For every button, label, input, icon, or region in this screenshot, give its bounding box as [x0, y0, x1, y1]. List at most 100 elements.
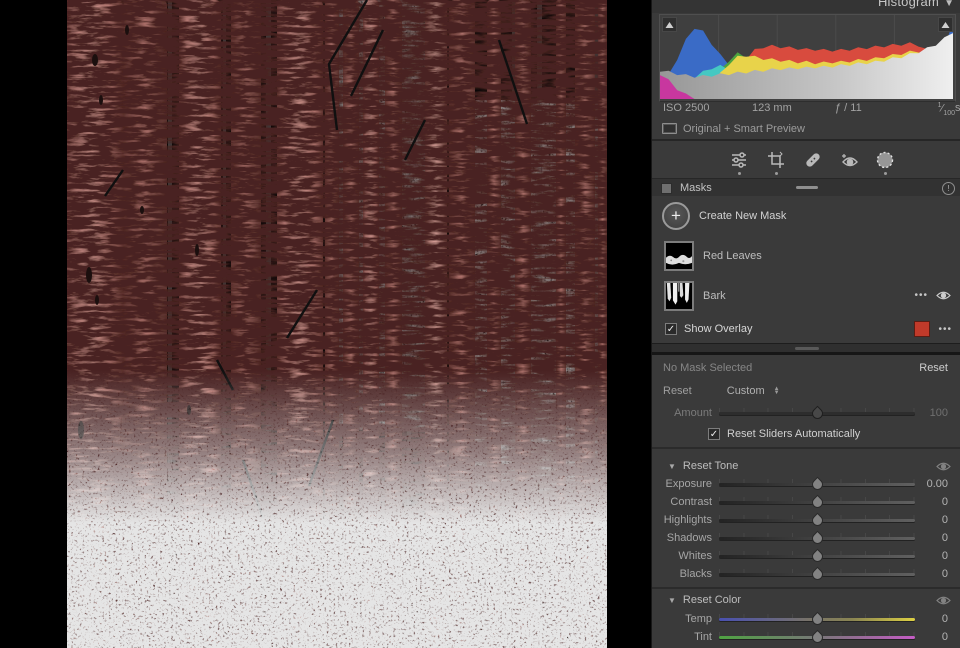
collapse-triangle-icon[interactable]: ▼ [668, 596, 676, 605]
plus-icon[interactable]: + [662, 202, 690, 230]
overlay-color-swatch[interactable] [914, 321, 930, 337]
reset-label: Reset [663, 385, 692, 397]
divider [652, 447, 960, 449]
tone-header-label: Reset Tone [683, 460, 738, 472]
slider-whites[interactable] [719, 550, 915, 562]
overlay-options-icon[interactable]: ••• [938, 324, 952, 335]
amount-slider-row: Amount 100 [652, 404, 960, 422]
undergrowth [67, 370, 607, 648]
mask-item-bark[interactable]: Bark ••• [652, 276, 960, 315]
crop-tool-icon[interactable] [765, 149, 787, 171]
collapse-triangle-icon[interactable]: ▼ [668, 462, 676, 471]
develop-right-panel: Histogram ▼ ISO 2500 123 mm ƒ / 11 1⁄100… [651, 0, 960, 648]
slider-value: 0.00 [915, 478, 960, 490]
active-dot [884, 172, 887, 175]
divider [652, 587, 960, 589]
slider-value: 0 [915, 631, 960, 643]
highlight-clipping-indicator[interactable] [938, 17, 953, 32]
slider-value: 0 [915, 532, 960, 544]
masks-panel-header[interactable]: Masks ! [652, 178, 960, 198]
amount-label: Amount [652, 407, 719, 419]
slider-tint[interactable] [719, 631, 915, 643]
edit-sliders-tool-icon[interactable] [728, 149, 750, 171]
shutter-speed: 1⁄100 sec [938, 102, 955, 117]
slider-label: Temp [652, 613, 719, 625]
slider-value: 0 [915, 550, 960, 562]
slider-shadows[interactable] [719, 532, 915, 544]
tone-sliders: Exposure0.00Contrast0Highlights0Shadows0… [652, 475, 960, 583]
reset-button[interactable]: Reset [919, 362, 948, 374]
show-overlay-checkbox[interactable]: ✓ [665, 323, 677, 335]
panel-mode-icon[interactable] [661, 183, 672, 194]
slider-row-highlights: Highlights 0 [652, 511, 960, 529]
color-section-header[interactable]: ▼ Reset Color [652, 591, 960, 609]
triangle-icon [941, 21, 950, 29]
preset-dropdown[interactable]: Custom [727, 385, 765, 397]
slider-label: Whites [652, 550, 719, 562]
slider-contrast[interactable] [719, 496, 915, 508]
color-sliders: Temp 0 Tint 0 [652, 610, 960, 646]
collapse-triangle-icon[interactable]: ▼ [944, 0, 954, 9]
auto-reset-row: ✓ Reset Sliders Automatically [652, 425, 960, 443]
slider-label: Tint [652, 631, 719, 643]
smart-preview-status[interactable]: Original + Smart Preview [652, 121, 960, 136]
triangle-icon [665, 21, 674, 29]
slider-row-contrast: Contrast 0 [652, 493, 960, 511]
preset-row: Reset Custom ▲▼ [652, 381, 960, 401]
color-header-label: Reset Color [683, 594, 741, 606]
tool-strip [652, 141, 960, 178]
slider-label: Contrast [652, 496, 719, 508]
histogram[interactable] [659, 14, 956, 102]
resize-handle[interactable] [795, 347, 819, 350]
slider-value: 0 [915, 613, 960, 625]
auto-reset-checkbox[interactable]: ✓ [708, 428, 720, 440]
exif-info-row: ISO 2500 123 mm ƒ / 11 1⁄100 sec [652, 102, 960, 117]
amount-value: 100 [915, 407, 960, 419]
slider-exposure[interactable] [719, 478, 915, 490]
slider-value: 0 [915, 514, 960, 526]
info-icon[interactable]: ! [942, 182, 955, 195]
slider-temp[interactable] [719, 613, 915, 625]
histogram-panel-header[interactable]: Histogram ▼ [652, 0, 960, 13]
show-overlay-label: Show Overlay [684, 323, 752, 335]
slider-row-blacks: Blacks0 [652, 565, 960, 583]
tone-section-header[interactable]: ▼ Reset Tone [652, 457, 960, 475]
aperture-value: ƒ / 11 [835, 102, 862, 114]
amount-slider[interactable] [719, 407, 915, 419]
photo-canvas[interactable] [67, 0, 607, 648]
slider-value: 0 [915, 568, 960, 580]
eye-icon[interactable] [936, 461, 951, 472]
healing-tool-icon[interactable] [802, 149, 824, 171]
masking-tool-icon[interactable] [874, 149, 896, 171]
mask-label: Red Leaves [703, 250, 762, 262]
slider-blacks[interactable] [719, 568, 915, 580]
slider-row-shadows: Shadows0 [652, 529, 960, 547]
slider-highlights[interactable] [719, 514, 915, 526]
slider-row-tint: Tint 0 [652, 628, 960, 646]
eye-icon[interactable] [936, 290, 951, 301]
drag-handle[interactable] [796, 186, 818, 189]
slider-label: Highlights [652, 514, 719, 526]
histogram-plot [660, 15, 953, 99]
create-new-mask-row[interactable]: + Create New Mask [652, 196, 960, 236]
lightroom-develop-view: Histogram ▼ ISO 2500 123 mm ƒ / 11 1⁄100… [0, 0, 960, 648]
shadow-clipping-indicator[interactable] [662, 17, 677, 32]
red-eye-tool-icon[interactable] [839, 149, 861, 171]
preview-label: Original + Smart Preview [683, 123, 805, 135]
mask-thumbnail[interactable] [664, 241, 694, 271]
mask-item-red-leaves[interactable]: Red Leaves [652, 236, 960, 276]
eye-icon[interactable] [936, 595, 951, 606]
mask-status-row: No Mask Selected Reset [652, 358, 960, 378]
dropdown-arrows-icon[interactable]: ▲▼ [774, 387, 780, 395]
histogram-title: Histogram [878, 0, 939, 9]
focal-length: 123 mm [752, 102, 792, 114]
active-dot [775, 172, 778, 175]
iso-value: ISO 2500 [663, 102, 709, 114]
active-dot [738, 172, 741, 175]
slider-value: 0 [915, 496, 960, 508]
mask-thumbnail[interactable] [664, 281, 694, 311]
show-overlay-row: ✓ Show Overlay ••• [652, 315, 960, 343]
masks-title: Masks [680, 182, 712, 194]
slider-row-whites: Whites 0 [652, 547, 960, 565]
mask-options-icon[interactable]: ••• [914, 290, 928, 301]
